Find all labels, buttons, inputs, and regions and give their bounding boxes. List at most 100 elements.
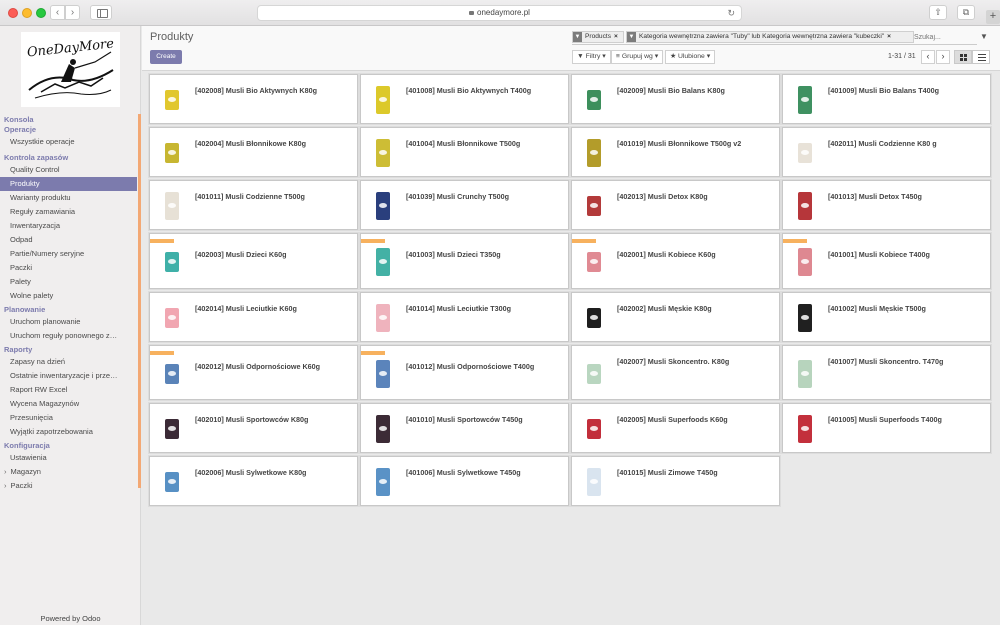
groupby-dropdown[interactable]: ≡ Grupuj wg ▾ — [611, 50, 664, 64]
sidebar-item[interactable]: Warianty produktu — [0, 191, 137, 205]
back-button[interactable]: ‹ — [50, 5, 65, 20]
product-card[interactable]: [402012] Musli Odpornościowe K60g — [149, 345, 358, 400]
share-button[interactable]: ⇧ — [929, 5, 947, 20]
product-card[interactable]: [402005] Musli Superfoods K60g — [571, 403, 780, 453]
product-card[interactable]: [401013] Musli Detox T450g — [782, 180, 991, 230]
sidebar-item[interactable]: Reguły zamawiania — [0, 205, 137, 219]
product-card[interactable]: [401009] Musli Bio Balans T400g — [782, 74, 991, 124]
sidebar-item[interactable]: Wszystkie operacje — [0, 135, 137, 149]
list-view-button[interactable] — [972, 50, 990, 64]
product-card[interactable]: [401019] Musli Błonnikowe T500g v2 — [571, 127, 780, 177]
product-name: [401003] Musli Dzieci T350g — [406, 250, 501, 259]
product-name: [402013] Musli Detox K80g — [617, 192, 708, 201]
favorites-dropdown[interactable]: ★ Ulubione ▾ — [665, 50, 716, 64]
product-name: [401008] Musli Bio Aktywnych T400g — [406, 86, 532, 95]
kanban-view-button[interactable] — [954, 50, 972, 64]
minimize-window-button[interactable] — [22, 8, 32, 18]
reload-icon[interactable]: ↻ — [727, 6, 735, 20]
share-icon: ⇧ — [934, 7, 942, 17]
product-card[interactable]: [402010] Musli Sportowców K80g — [149, 403, 358, 453]
search-input[interactable] — [914, 32, 974, 43]
sidebar-item[interactable]: Partie/Numery seryjne — [0, 247, 137, 261]
product-card[interactable]: [402001] Musli Kobiece K60g — [571, 233, 780, 289]
create-button[interactable]: Create — [150, 50, 182, 64]
sidebar-item[interactable]: Raport RW Excel — [0, 383, 137, 397]
sidebar-item[interactable]: Paczki — [0, 261, 137, 275]
pager-previous-button[interactable]: ‹ — [921, 50, 935, 64]
menu-section-title[interactable]: Kontrola zapasów — [0, 153, 137, 163]
product-card[interactable]: [402014] Musli Leciutkie K60g — [149, 292, 358, 342]
sidebar-item[interactable]: Wyjątki zapotrzebowania — [0, 425, 137, 439]
filters-dropdown[interactable]: ▼ Filtry ▾ — [572, 50, 611, 64]
product-card[interactable]: [401039] Musli Crunchy T500g — [360, 180, 569, 230]
sidebar-item[interactable]: Odpad — [0, 233, 137, 247]
maximize-window-button[interactable] — [36, 8, 46, 18]
menu-section-title[interactable]: Raporty — [0, 345, 137, 355]
sidebar-item[interactable]: Ustawienia — [0, 451, 137, 465]
product-image — [376, 139, 390, 167]
sidebar-item[interactable]: Przesunięcia — [0, 411, 137, 425]
product-card[interactable]: [401002] Musli Męskie T500g — [782, 292, 991, 342]
sidebar-item[interactable]: Paczki — [0, 479, 137, 493]
sidebar-item[interactable]: Zapasy na dzień — [0, 355, 137, 369]
sidebar-item[interactable]: Quality Control — [0, 163, 137, 177]
menu-section-title[interactable]: Konsola — [0, 115, 137, 125]
sidebar-item[interactable]: Wycena Magazynów — [0, 397, 137, 411]
sidebar-item[interactable]: Wolne palety — [0, 289, 137, 303]
product-card[interactable]: [401014] Musli Leciutkie T300g — [360, 292, 569, 342]
product-image — [587, 196, 601, 216]
forward-button[interactable]: › — [65, 5, 80, 20]
sidebar-item[interactable]: Palety — [0, 275, 137, 289]
chevron-left-icon: ‹ — [55, 7, 60, 18]
remove-facet-icon[interactable]: × — [887, 33, 891, 40]
product-name: [402004] Musli Błonnikowe K80g — [195, 139, 307, 148]
product-card[interactable]: [402008] Musli Bio Aktywnych K80g — [149, 74, 358, 124]
plus-icon: + — [989, 10, 997, 22]
favorites-label: Ulubione — [677, 53, 705, 60]
product-card[interactable]: [402009] Musli Bio Balans K80g — [571, 74, 780, 124]
product-card[interactable]: [401012] Musli Odpornościowe T400g — [360, 345, 569, 400]
sidebar-scrollbar[interactable] — [138, 114, 141, 488]
new-tab-button[interactable]: + — [986, 10, 1000, 24]
product-card[interactable]: [401007] Musli Skoncentro. T470g — [782, 345, 991, 400]
product-card[interactable]: [401004] Musli Błonnikowe T500g — [360, 127, 569, 177]
sidebar-item[interactable]: Magazyn — [0, 465, 137, 479]
sidebar-item[interactable]: Uruchom planowanie — [0, 315, 137, 329]
sidebar-item[interactable]: Inwentaryzacja — [0, 219, 137, 233]
product-card[interactable]: [402006] Musli Sylwetkowe K80g — [149, 456, 358, 506]
pager-value[interactable]: 1-31 / 31 — [888, 53, 916, 60]
sidebar-item[interactable]: Produkty — [0, 177, 137, 191]
product-card[interactable]: [402003] Musli Dzieci K60g — [149, 233, 358, 289]
product-card[interactable]: [401005] Musli Superfoods T400g — [782, 403, 991, 453]
address-bar[interactable]: onedaymore.pl ↻ — [257, 5, 742, 21]
product-card[interactable]: [402004] Musli Błonnikowe K80g — [149, 127, 358, 177]
product-card[interactable]: [402007] Musli Skoncentro. K80g — [571, 345, 780, 400]
sidebar-item[interactable]: Uruchom reguły ponownego z… — [0, 329, 137, 343]
product-card[interactable]: [402011] Musli Codzienne K80 g — [782, 127, 991, 177]
star-icon: ★ — [670, 53, 677, 60]
product-card[interactable]: [402013] Musli Detox K80g — [571, 180, 780, 230]
search-facet-category[interactable]: ▼ Kategoria wewnętrzna zawiera "Tuby" lub… — [626, 31, 914, 43]
sidebar-item[interactable]: Ostatnie inwentaryzacje i prze… — [0, 369, 137, 383]
search-facet-products[interactable]: ▼ Products × — [572, 31, 624, 43]
product-card[interactable]: [402002] Musli Męskie K80g — [571, 292, 780, 342]
product-card[interactable]: [401015] Musli Zimowe T450g — [571, 456, 780, 506]
menu-section-title[interactable]: Konfiguracja — [0, 441, 137, 451]
product-card[interactable]: [401006] Musli Sylwetkowe T450g — [360, 456, 569, 506]
product-card[interactable]: [401011] Musli Codzienne T500g — [149, 180, 358, 230]
tabs-overview-button[interactable]: ⧉ — [957, 5, 975, 20]
remove-facet-icon[interactable]: × — [614, 33, 618, 40]
close-window-button[interactable] — [8, 8, 18, 18]
menu-section-title[interactable]: Planowanie — [0, 305, 137, 315]
product-name: [401013] Musli Detox T450g — [828, 192, 922, 201]
product-card[interactable]: [401010] Musli Sportowców T450g — [360, 403, 569, 453]
product-card[interactable]: [401001] Musli Kobiece T400g — [782, 233, 991, 289]
product-card[interactable]: [401003] Musli Dzieci T350g — [360, 233, 569, 289]
product-name: [401002] Musli Męskie T500g — [828, 304, 926, 313]
search-options-caret-icon[interactable]: ▼ — [980, 32, 988, 41]
product-card[interactable]: [401008] Musli Bio Aktywnych T400g — [360, 74, 569, 124]
product-image — [165, 308, 179, 328]
pager-next-button[interactable]: › — [936, 50, 950, 64]
sidebar-toggle-button[interactable] — [90, 5, 112, 20]
menu-section-title[interactable]: Operacje — [0, 125, 137, 135]
